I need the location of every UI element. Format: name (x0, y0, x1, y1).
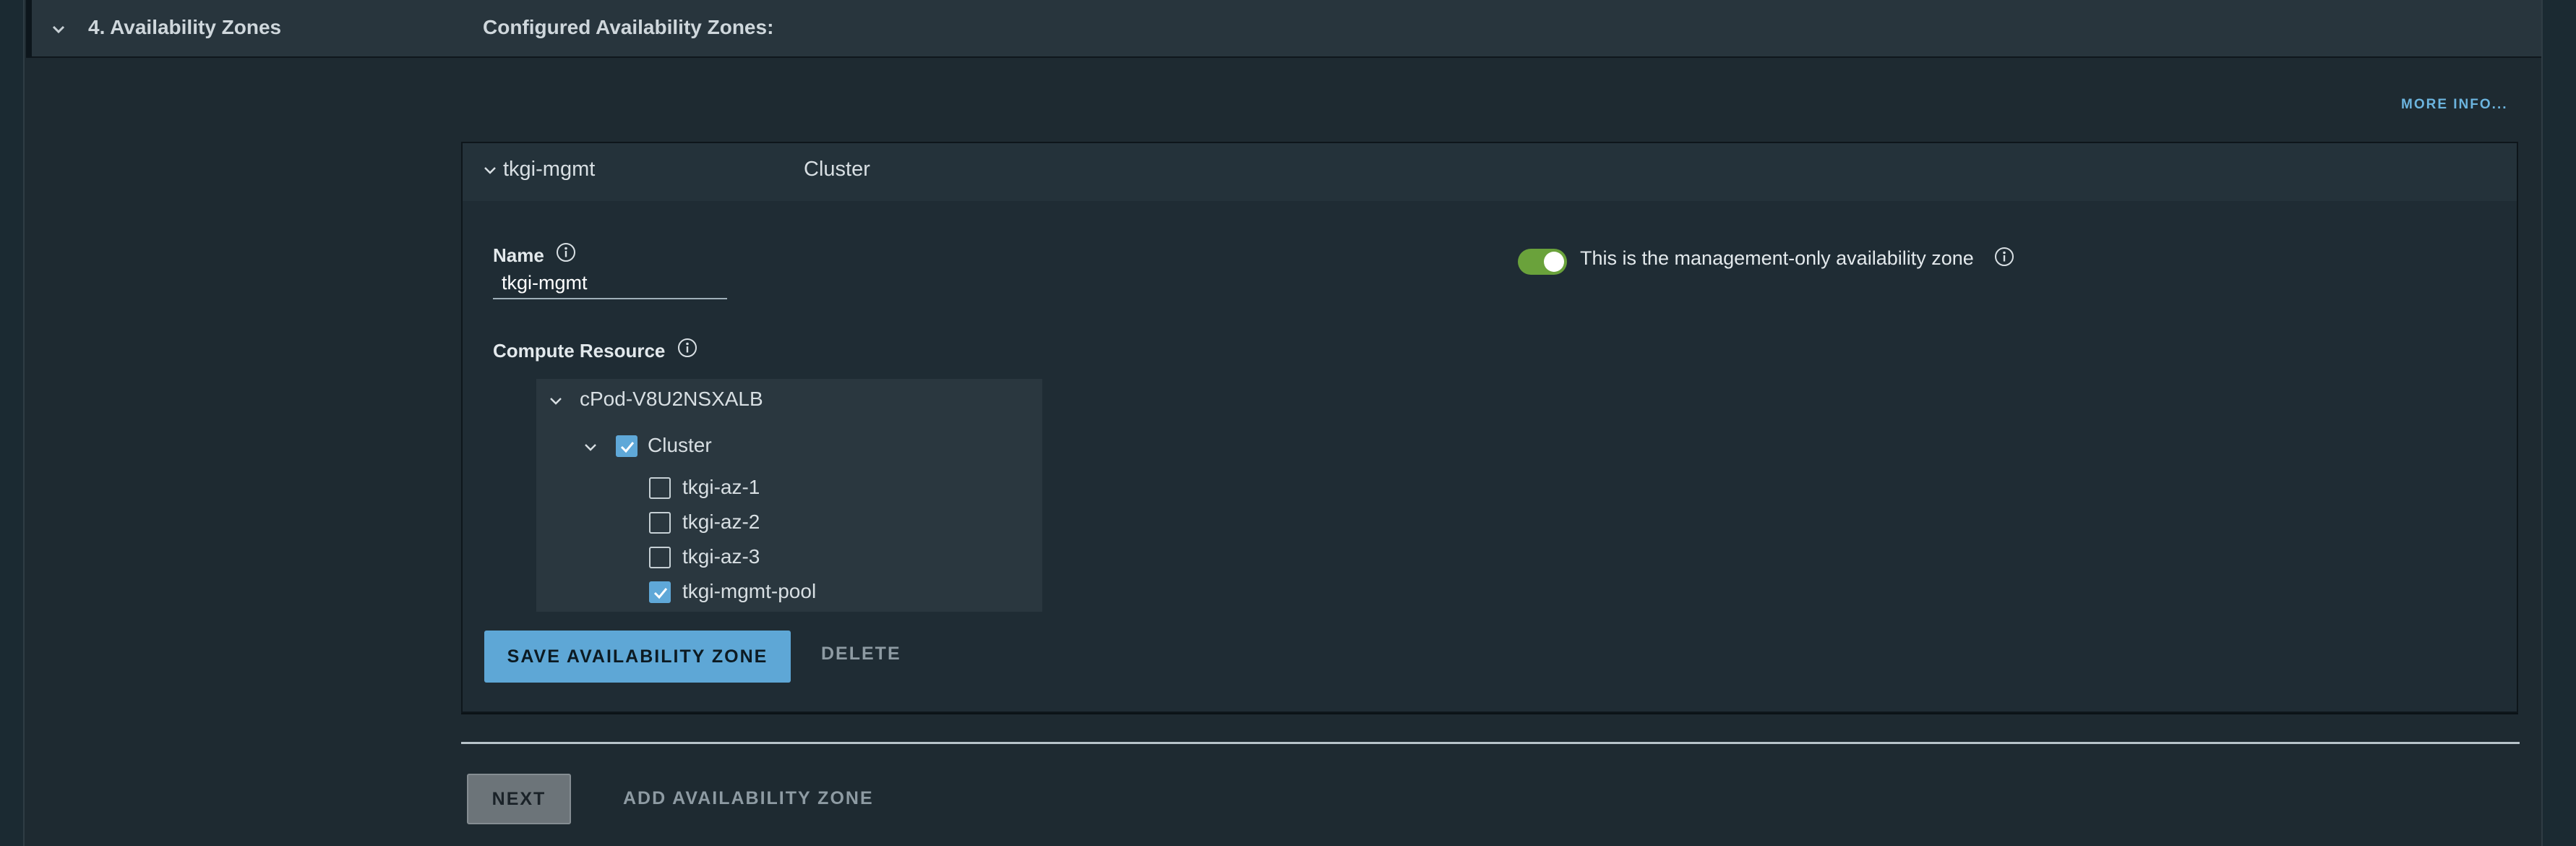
more-info-link[interactable]: MORE INFO... (2401, 97, 2508, 113)
name-label: Name (493, 244, 544, 266)
pool-checkbox-tkgi-mgmt-pool[interactable] (649, 581, 671, 603)
management-only-toggle[interactable] (1518, 249, 1567, 275)
checkmark-icon (653, 588, 668, 599)
next-button[interactable]: NEXT (467, 774, 571, 824)
info-icon[interactable] (677, 337, 698, 359)
info-icon[interactable] (555, 242, 577, 263)
pool-label[interactable]: tkgi-az-2 (682, 510, 760, 534)
step-header[interactable] (32, 0, 2541, 58)
management-only-label: This is the management-only availability… (1580, 247, 1974, 269)
add-availability-zone-button[interactable]: ADD AVAILABILITY ZONE (623, 788, 874, 809)
configured-zones-heading: Configured Availability Zones: (483, 16, 774, 38)
delete-button[interactable]: DELETE (821, 644, 901, 665)
step-indicator-strip (26, 0, 32, 58)
tree-root-label[interactable]: cPod-V8U2NSXALB (580, 388, 763, 411)
save-availability-zone-button[interactable]: SAVE AVAILABILITY ZONE (484, 631, 791, 683)
az-header-name: tkgi-mgmt (503, 158, 596, 181)
pool-checkbox-tkgi-az-2[interactable] (649, 512, 671, 534)
pool-label[interactable]: tkgi-az-3 (682, 545, 760, 568)
chevron-down-icon[interactable] (581, 438, 600, 457)
name-input[interactable] (493, 268, 727, 299)
az-header-cluster: Cluster (804, 158, 870, 181)
chevron-down-icon[interactable] (481, 162, 499, 179)
checkmark-icon (620, 442, 635, 453)
pool-label[interactable]: tkgi-az-1 (682, 476, 760, 499)
pool-label[interactable]: tkgi-mgmt-pool (682, 580, 816, 603)
info-icon[interactable] (1993, 246, 2015, 268)
availability-zone-card: tkgi-mgmt Cluster Name This is the manag… (461, 142, 2518, 713)
pool-checkbox-tkgi-az-3[interactable] (649, 547, 671, 568)
cluster-checkbox[interactable] (616, 435, 637, 457)
compute-resource-tree: cPod-V8U2NSXALB Cluster tkgi-az-1 tkgi-a… (536, 379, 1042, 612)
chevron-down-icon[interactable] (48, 19, 69, 40)
toggle-knob (1544, 252, 1564, 272)
az-card-header[interactable]: tkgi-mgmt Cluster (463, 143, 2517, 201)
compute-resource-label: Compute Resource (493, 340, 666, 362)
tree-cluster-label[interactable]: Cluster (648, 434, 712, 457)
divider (461, 742, 2520, 744)
chevron-down-icon[interactable] (546, 392, 565, 411)
step-title[interactable]: 4. Availability Zones (88, 16, 281, 39)
pool-checkbox-tkgi-az-1[interactable] (649, 477, 671, 499)
page: 4. Availability Zones Configured Availab… (0, 0, 2576, 846)
